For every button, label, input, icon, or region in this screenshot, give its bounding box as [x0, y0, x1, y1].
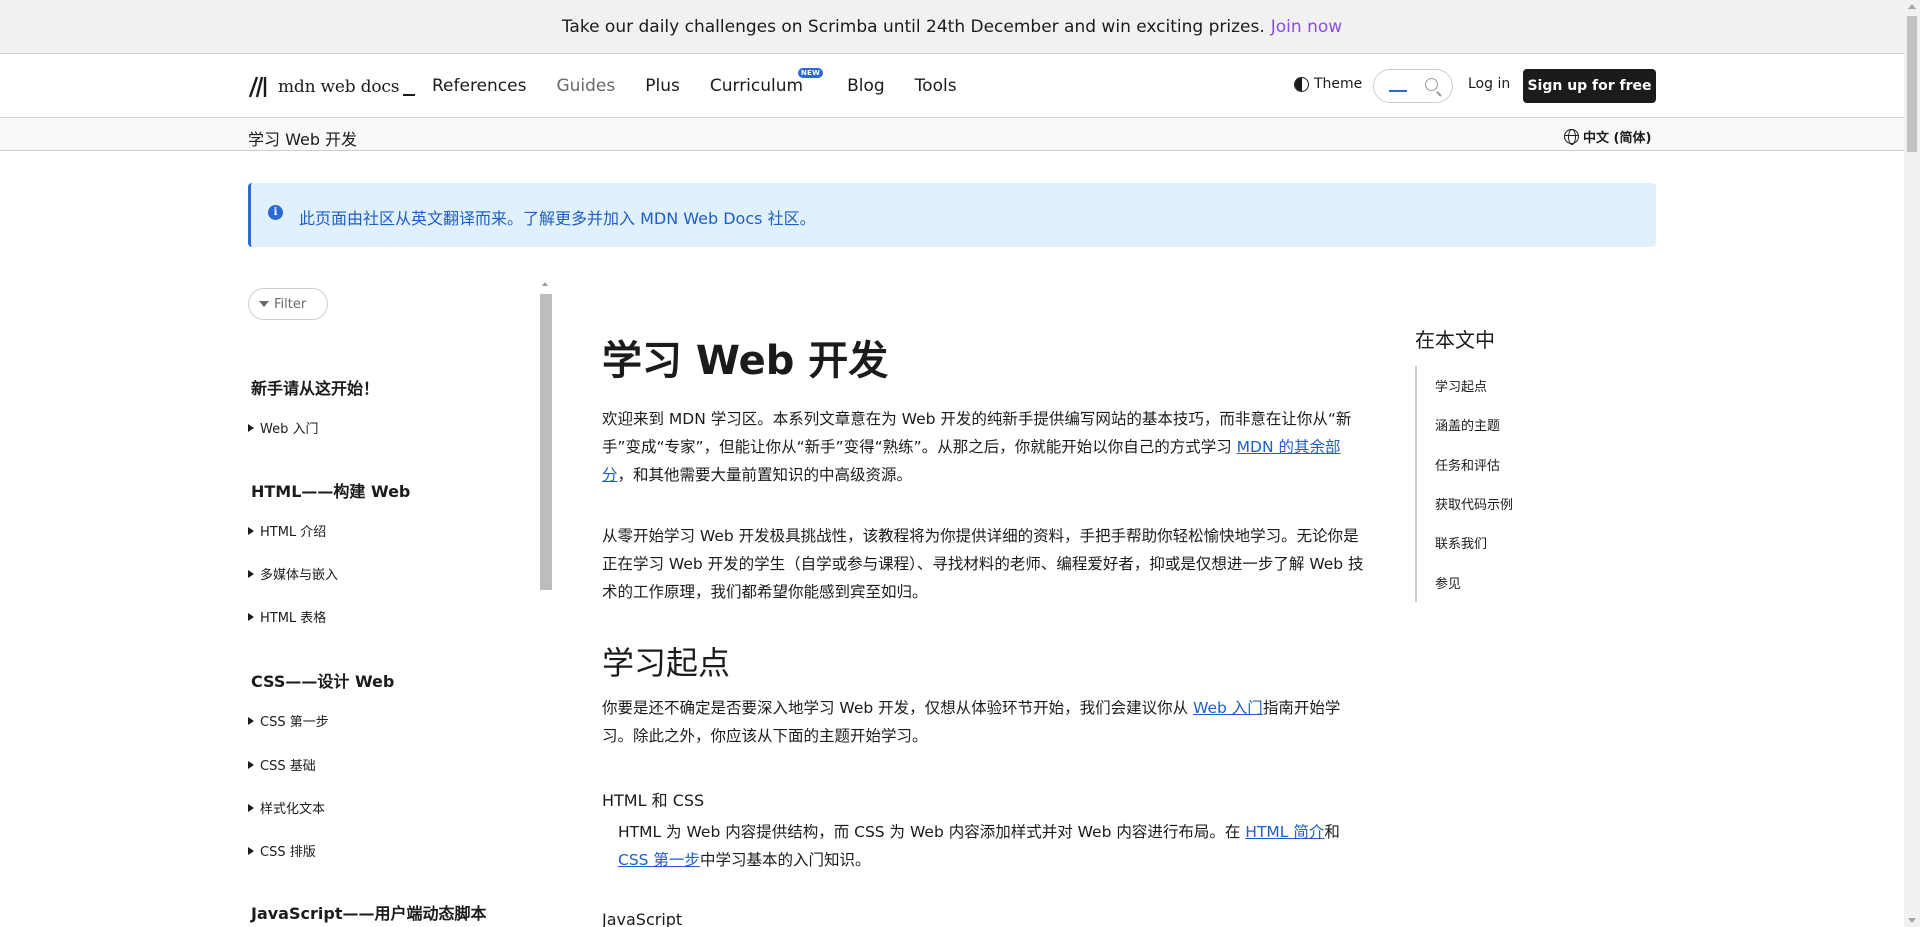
- audience-paragraph: 从零开始学习 Web 开发极具挑战性，该教程将为你提供详细的资料，手把手帮助你轻…: [602, 527, 1364, 601]
- breadcrumb-bar: 学习 Web 开发 中文 (简体): [0, 119, 1904, 151]
- nav-curriculum-label: Curriculum: [709, 76, 804, 96]
- main-nav: References Guides Plus Curriculum NEW Bl…: [432, 54, 987, 118]
- sidebar-item-label: Web 入门: [260, 422, 319, 437]
- sidebar-item-label: HTML 介绍: [260, 525, 327, 540]
- expand-arrow-icon: [248, 716, 254, 725]
- filter-icon: [259, 301, 269, 307]
- notice-text[interactable]: 此页面由社区从英文翻译而来。了解更多并加入 MDN Web Docs 社区。: [299, 205, 816, 229]
- table-of-contents: 学习起点 涵盖的主题 任务和评估 获取代码示例 联系我们 参见: [1415, 366, 1565, 602]
- html-intro-link[interactable]: HTML 简介: [1245, 823, 1324, 841]
- html-css-paragraph: HTML 为 Web 内容提供结构，而 CSS 为 Web 内容添加样式并对 W…: [618, 823, 1340, 869]
- nav-references[interactable]: References: [432, 76, 526, 96]
- sidebar-item[interactable]: CSS 基础: [248, 755, 316, 774]
- info-icon: i: [268, 205, 283, 220]
- announcement-banner: Take our daily challenges on Scrimba unt…: [0, 0, 1904, 54]
- search-icon[interactable]: [1425, 78, 1438, 91]
- breadcrumb[interactable]: 学习 Web 开发: [248, 126, 357, 150]
- sidebar-item[interactable]: CSS 排版: [248, 841, 316, 860]
- sidebar-scrollbar[interactable]: [539, 282, 552, 590]
- sidebar-item[interactable]: Web 入门: [248, 418, 318, 437]
- toc-item[interactable]: 获取代码示例: [1435, 494, 1513, 513]
- sidebar-scrollbar-thumb[interactable]: [540, 294, 552, 590]
- language-switcher[interactable]: 中文 (简体): [1564, 127, 1651, 146]
- sidebar-item-label: 多媒体与嵌入: [260, 568, 339, 583]
- globe-icon: [1564, 129, 1579, 145]
- sidebar-heading: 新手请从这开始！: [251, 379, 380, 398]
- scroll-up-arrow-icon[interactable]: [542, 282, 548, 286]
- search-input[interactable]: [1373, 69, 1453, 103]
- mdn-logo-icon: [248, 75, 274, 99]
- sidebar-item-label: CSS 基础: [260, 759, 316, 774]
- sidebar-item[interactable]: 多媒体与嵌入: [248, 564, 338, 583]
- subheading-html-css: HTML 和 CSS: [602, 791, 705, 810]
- sidebar-item[interactable]: HTML 表格: [248, 607, 326, 626]
- theme-toggle-button[interactable]: Theme: [1294, 76, 1362, 92]
- nav-tools[interactable]: Tools: [915, 76, 957, 96]
- expand-arrow-icon: [248, 569, 254, 578]
- start-paragraph: 你要是还不确定是否要深入地学习 Web 开发，仅想从体验环节开始，我们会建议你从…: [602, 699, 1341, 745]
- page-title: 学习 Web 开发: [602, 338, 889, 384]
- section-heading-start: 学习起点: [602, 644, 731, 682]
- nav-guides[interactable]: Guides: [556, 76, 615, 96]
- toc-item[interactable]: 任务和评估: [1435, 455, 1500, 474]
- sidebar-filter-input[interactable]: Filter: [248, 288, 328, 320]
- expand-arrow-icon: [248, 526, 254, 535]
- sidebar-item[interactable]: CSS 第一步: [248, 711, 329, 730]
- page-scrollbar[interactable]: [1904, 0, 1920, 927]
- logo-text: mdn web docs: [278, 77, 400, 97]
- intro-paragraph: 欢迎来到 MDN 学习区。本系列文章意在为 Web 开发的纯新手提供编写网站的基…: [602, 410, 1352, 484]
- toc-item[interactable]: 涵盖的主题: [1435, 415, 1500, 434]
- toc-item[interactable]: 学习起点: [1435, 376, 1487, 395]
- sidebar-item-label: HTML 表格: [260, 611, 327, 626]
- expand-arrow-icon: [248, 760, 254, 769]
- search-caret: [1389, 90, 1407, 92]
- toc-title: 在本文中: [1415, 328, 1495, 352]
- nav-blog[interactable]: Blog: [847, 76, 885, 96]
- expand-arrow-icon: [248, 612, 254, 621]
- language-label: 中文 (简体): [1583, 131, 1652, 146]
- scroll-up-icon[interactable]: [1908, 4, 1916, 9]
- scroll-down-icon[interactable]: [1908, 918, 1916, 923]
- web-intro-link[interactable]: Web 入门: [1193, 699, 1263, 717]
- site-header: mdn web docs References Guides Plus Curr…: [0, 54, 1904, 118]
- nav-plus[interactable]: Plus: [645, 76, 680, 96]
- sidebar-heading: HTML——构建 Web: [251, 482, 411, 501]
- sidebar-item[interactable]: HTML 介绍: [248, 521, 326, 540]
- new-badge: NEW: [797, 68, 824, 78]
- sidebar-heading: CSS——设计 Web: [251, 672, 395, 691]
- mdn-logo[interactable]: mdn web docs: [248, 74, 416, 100]
- expand-arrow-icon: [248, 803, 254, 812]
- login-link[interactable]: Log in: [1468, 76, 1510, 92]
- subheading-javascript: JavaScript: [602, 910, 683, 927]
- sidebar-item-label: 样式化文本: [260, 802, 326, 817]
- translation-notice: i 此页面由社区从英文翻译而来。了解更多并加入 MDN Web Docs 社区。: [248, 183, 1656, 247]
- toc-item[interactable]: 联系我们: [1435, 533, 1487, 552]
- sidebar-item-label: CSS 排版: [260, 845, 316, 860]
- filter-label: Filter: [274, 296, 307, 312]
- sidebar-heading: JavaScript——用户端动态脚本: [251, 904, 487, 923]
- css-first-steps-link[interactable]: CSS 第一步: [618, 851, 700, 869]
- expand-arrow-icon: [248, 846, 254, 855]
- page-scrollbar-thumb[interactable]: [1907, 16, 1917, 152]
- logo-cursor: [403, 78, 416, 96]
- signup-button[interactable]: Sign up for free: [1523, 69, 1656, 103]
- nav-curriculum[interactable]: Curriculum NEW: [709, 68, 824, 96]
- expand-arrow-icon: [248, 423, 254, 432]
- join-now-link[interactable]: Join now: [1271, 17, 1342, 37]
- theme-label: Theme: [1314, 76, 1363, 92]
- toc-item[interactable]: 参见: [1435, 573, 1461, 592]
- sidebar-item-label: CSS 第一步: [260, 715, 329, 730]
- theme-icon: [1294, 76, 1309, 92]
- sidebar-item[interactable]: 样式化文本: [248, 798, 325, 817]
- banner-text: Take our daily challenges on Scrimba unt…: [561, 16, 1265, 37]
